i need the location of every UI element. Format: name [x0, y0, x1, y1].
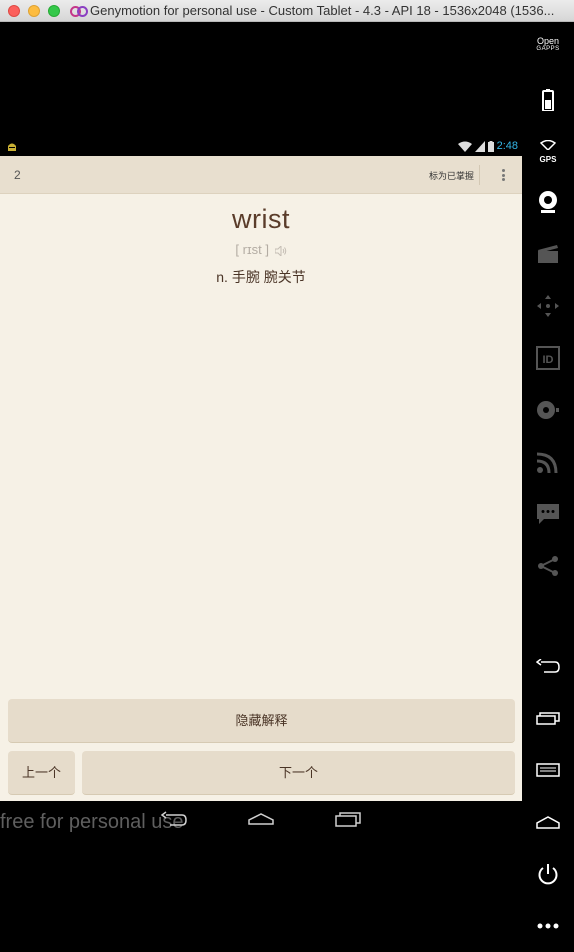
- home-icon[interactable]: [534, 808, 562, 836]
- sms-icon[interactable]: [534, 500, 562, 528]
- window-title: Genymotion for personal use - Custom Tab…: [90, 3, 555, 18]
- webcam-icon[interactable]: [534, 188, 562, 216]
- genymotion-logo-icon: [70, 5, 88, 17]
- back-icon[interactable]: [160, 811, 188, 827]
- opengapps-icon[interactable]: Open GAPPS: [530, 37, 566, 53]
- dpad-icon[interactable]: [534, 292, 562, 320]
- battery-icon: [487, 140, 494, 152]
- home-icon[interactable]: [247, 811, 275, 827]
- opengapps-label: Open: [536, 36, 560, 46]
- watermark-text: free for personal use: [0, 811, 184, 833]
- disk-icon[interactable]: [534, 396, 562, 424]
- window-controls: [8, 4, 60, 17]
- gps-label: GPS: [539, 154, 557, 164]
- word-definition: n. 手腕 腕关节: [216, 269, 306, 285]
- mark-mastered-button[interactable]: 标为已掌握: [429, 169, 474, 182]
- back-icon[interactable]: [534, 652, 562, 680]
- network-icon[interactable]: [534, 448, 562, 476]
- device-id-icon[interactable]: ID: [534, 344, 562, 372]
- next-button[interactable]: 下一个: [82, 751, 515, 795]
- action-bar-divider: [479, 165, 480, 185]
- wifi-icon: [457, 141, 472, 152]
- previous-button[interactable]: 上一个: [8, 751, 75, 795]
- minimize-window-button[interactable]: [28, 4, 40, 17]
- android-notification-icon: [8, 143, 16, 151]
- window-title-bar: Genymotion for personal use - Custom Tab…: [0, 0, 574, 22]
- battery-icon[interactable]: [534, 86, 562, 114]
- recents-icon[interactable]: [334, 811, 362, 827]
- android-status-bar: 2:48: [0, 138, 522, 156]
- genymotion-toolbar: Open GAPPS GPS ID: [522, 22, 574, 952]
- status-time: 2:48: [496, 140, 518, 152]
- close-window-button[interactable]: [8, 4, 20, 17]
- menu-icon[interactable]: [534, 756, 562, 784]
- recents-icon[interactable]: [534, 704, 562, 732]
- hide-explanation-button[interactable]: 隐藏解释: [8, 699, 515, 743]
- phonetic-text: [ rɪst ]: [235, 242, 269, 257]
- word-title: wrist: [232, 204, 290, 234]
- phonetic-row: [ rɪst ]: [0, 242, 522, 257]
- opengapps-sublabel: GAPPS: [536, 46, 560, 52]
- speaker-icon[interactable]: [274, 245, 287, 256]
- maximize-window-button[interactable]: [48, 4, 60, 17]
- more-icon[interactable]: [534, 912, 562, 940]
- card-counter: 2: [14, 168, 21, 182]
- action-bar: 2 标为已掌握: [0, 156, 522, 194]
- overflow-menu-icon[interactable]: [498, 166, 508, 184]
- gps-icon[interactable]: GPS: [534, 136, 562, 164]
- share-icon[interactable]: [534, 552, 562, 580]
- svg-text:ID: ID: [543, 354, 554, 366]
- signal-icon: [474, 140, 485, 152]
- screencast-icon[interactable]: [534, 240, 562, 268]
- flashcard-screen: 2 标为已掌握 wrist [ rɪst ] n. 手腕 腕关节 隐藏解释 上一…: [0, 156, 522, 801]
- android-nav-bar: free for personal use: [0, 801, 522, 847]
- power-icon[interactable]: [534, 860, 562, 888]
